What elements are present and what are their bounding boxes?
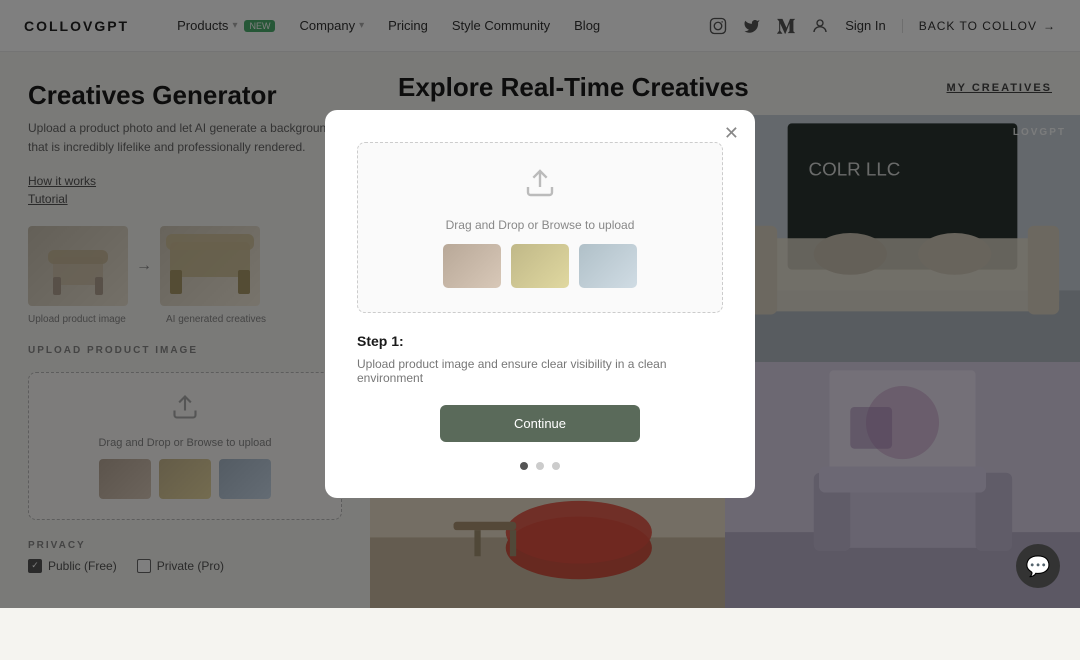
modal-step-label: Step 1: [357, 333, 404, 349]
modal-dot-1 [520, 462, 528, 470]
modal-thumb-2 [511, 244, 569, 288]
chat-bubble-button[interactable]: 💬 [1016, 544, 1060, 588]
modal-continue-button[interactable]: Continue [440, 405, 640, 442]
modal-dialog: ✕ Drag and Drop or Browse to upload Step… [325, 110, 755, 498]
modal-upload-text: Drag and Drop or Browse to upload [446, 218, 635, 232]
modal-dot-2 [536, 462, 544, 470]
modal-thumb-1 [443, 244, 501, 288]
chat-icon: 💬 [1026, 554, 1051, 579]
modal-thumb-3 [579, 244, 637, 288]
modal-upload-icon [524, 167, 556, 206]
modal-close-button[interactable]: ✕ [724, 124, 739, 142]
modal-dot-3 [552, 462, 560, 470]
modal-overlay[interactable]: ✕ Drag and Drop or Browse to upload Step… [0, 0, 1080, 608]
modal-step-description: Upload product image and ensure clear vi… [357, 357, 723, 385]
modal-upload-samples [443, 244, 637, 288]
modal-upload-area[interactable]: Drag and Drop or Browse to upload [357, 142, 723, 313]
modal-pagination-dots [520, 462, 560, 470]
